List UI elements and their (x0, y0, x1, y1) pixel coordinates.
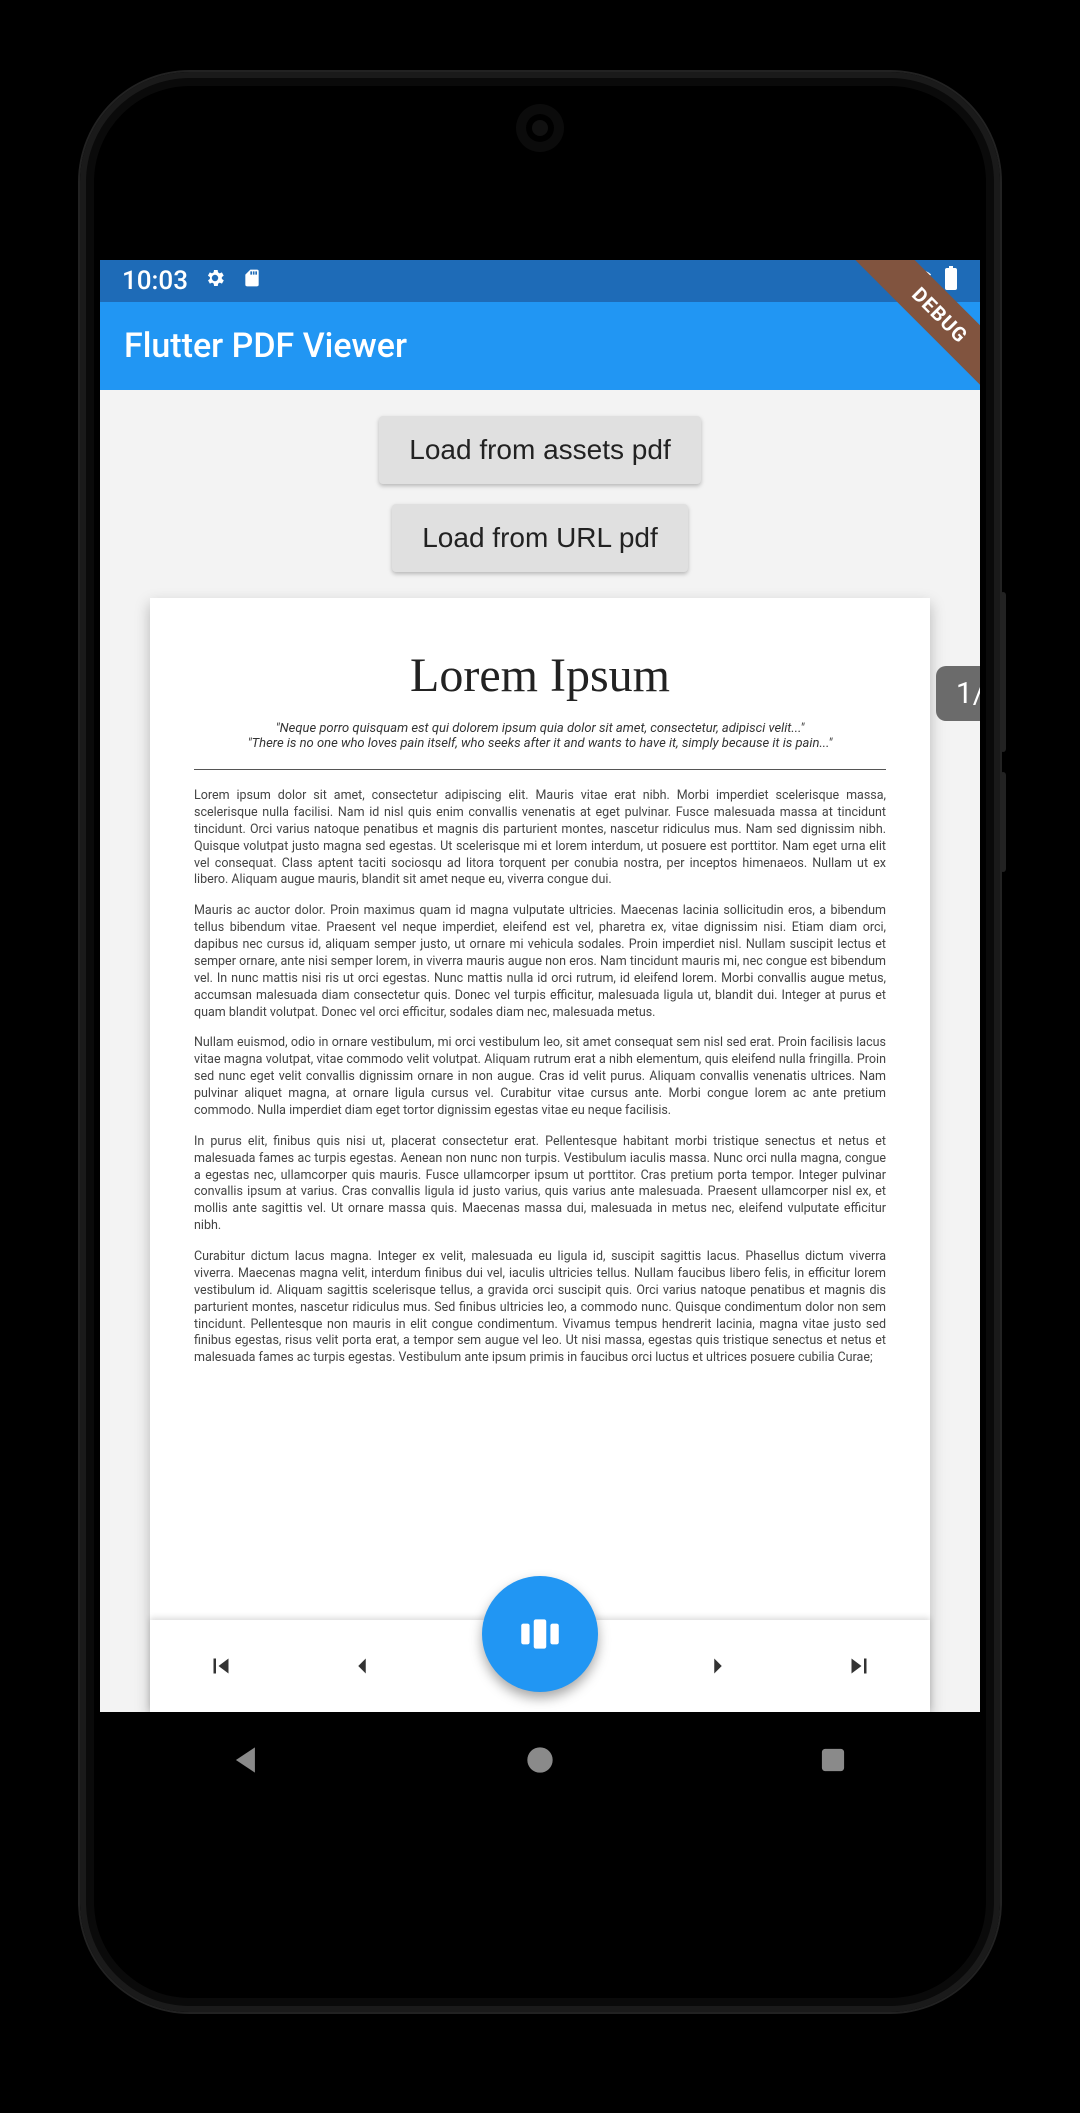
status-bar: 10:03 (100, 260, 980, 302)
app-body: Load from assets pdf Load from URL pdf 1… (100, 390, 980, 1712)
phone-frame: 10:03 (80, 72, 1000, 2012)
pdf-divider (194, 769, 886, 770)
next-page-button[interactable] (694, 1642, 742, 1690)
pdf-quote-1: "Neque porro quisquam est qui dolorem ip… (194, 721, 886, 736)
pdf-title: Lorem Ipsum (194, 648, 886, 703)
front-camera (526, 114, 554, 142)
recents-button[interactable] (814, 1741, 852, 1783)
volume-button (1000, 592, 1006, 752)
status-time: 10:03 (122, 266, 188, 296)
sd-card-icon (242, 266, 262, 296)
home-button[interactable] (521, 1741, 559, 1783)
pdf-paragraph: Nullam euismod, odio in ornare vestibulu… (194, 1035, 886, 1119)
pdf-paragraph: Curabitur dictum lacus magna. Integer ex… (194, 1249, 886, 1367)
pdf-quote-2: "There is no one who loves pain itself, … (194, 736, 886, 751)
pdf-paragraph: In purus elit, finibus quis nisi ut, pla… (194, 1134, 886, 1235)
load-assets-button[interactable]: Load from assets pdf (379, 416, 700, 484)
last-page-button[interactable] (835, 1642, 883, 1690)
pdf-viewer[interactable]: 1/1 Lorem Ipsum "Neque porro quisquam es… (150, 598, 930, 1712)
card-shadow (120, 1712, 960, 1730)
pdf-page: Lorem Ipsum "Neque porro quisquam est qu… (150, 598, 930, 1620)
first-page-button[interactable] (197, 1642, 245, 1690)
load-url-button[interactable]: Load from URL pdf (392, 504, 688, 572)
app-bar: Flutter PDF Viewer DEBUG (100, 302, 980, 390)
page-indicator: 1/1 (936, 666, 980, 721)
app-title: Flutter PDF Viewer (124, 326, 407, 366)
power-button (1000, 772, 1006, 872)
view-mode-fab[interactable] (482, 1576, 598, 1692)
screen: 10:03 (100, 260, 980, 1812)
gear-icon (204, 266, 226, 296)
pdf-paragraph: Mauris ac auctor dolor. Proin maximus qu… (194, 903, 886, 1021)
back-button[interactable] (228, 1741, 266, 1783)
prev-page-button[interactable] (338, 1642, 386, 1690)
pdf-paragraph: Lorem ipsum dolor sit amet, consectetur … (194, 788, 886, 889)
pdf-nav-bar (150, 1620, 930, 1712)
